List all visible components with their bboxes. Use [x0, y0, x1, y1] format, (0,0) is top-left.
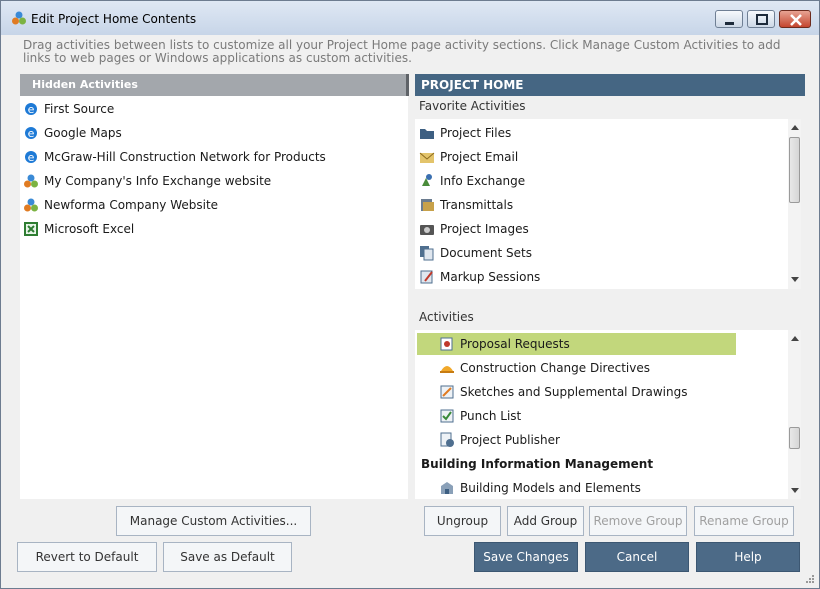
window-title: Edit Project Home Contents [31, 12, 197, 26]
title-bar[interactable]: Edit Project Home Contents [1, 1, 819, 35]
favorites-scrollbar[interactable] [788, 119, 801, 289]
hidden-activities-header: Hidden Activities [20, 74, 406, 96]
satellite-icon [422, 174, 432, 186]
email-icon [419, 152, 435, 163]
scroll-up-arrow-icon[interactable] [791, 125, 799, 130]
remove-group-button[interactable]: Remove Group [589, 506, 687, 536]
help-button[interactable]: Help [696, 542, 800, 572]
scroll-up-arrow-icon[interactable] [791, 336, 799, 341]
excel-icon [24, 222, 38, 236]
markup-icon [420, 270, 433, 284]
instructions-text: Drag activities between lists to customi… [23, 38, 781, 65]
proposal-icon [440, 337, 453, 351]
svg-text:e: e [28, 103, 35, 116]
folder-icon [420, 129, 434, 139]
project-home-header: PROJECT HOME [415, 74, 805, 96]
internet-explorer-icon: e [25, 151, 37, 164]
minimize-button[interactable] [715, 10, 743, 28]
activities-label: Activities [419, 310, 474, 324]
building-model-icon [441, 482, 453, 494]
internet-explorer-icon: e [25, 103, 37, 116]
ungroup-button[interactable]: Ungroup [424, 506, 501, 536]
save-changes-button[interactable]: Save Changes [474, 542, 578, 572]
publisher-icon [440, 432, 454, 447]
favorite-activities-label: Favorite Activities [419, 99, 526, 113]
svg-text:e: e [28, 151, 35, 164]
close-window-button[interactable] [779, 10, 811, 28]
transmittal-icon [421, 199, 434, 211]
dialog-window: Edit Project Home Contents Drag activiti… [0, 0, 820, 589]
camera-icon [420, 225, 434, 235]
maximize-icon [756, 14, 768, 25]
save-as-default-button[interactable]: Save as Default [163, 542, 292, 572]
hard-hat-icon [440, 366, 454, 373]
newforma-icon [24, 174, 38, 188]
add-group-button[interactable]: Add Group [507, 506, 584, 536]
resize-grip-icon[interactable] [805, 574, 815, 584]
sketch-icon [440, 385, 454, 399]
maximize-button[interactable] [747, 10, 775, 28]
scroll-down-arrow-icon[interactable] [791, 488, 799, 493]
svg-text:e: e [28, 127, 35, 140]
close-icon [790, 14, 802, 26]
activities-scrollbar[interactable] [788, 330, 801, 499]
newforma-icon [24, 198, 38, 212]
minimize-icon [725, 22, 734, 25]
newforma-logo-icon [12, 11, 26, 25]
document-sets-icon [420, 246, 434, 261]
manage-custom-activities-button[interactable]: Manage Custom Activities... [116, 506, 311, 536]
internet-explorer-icon: e [25, 127, 37, 140]
revert-to-default-button[interactable]: Revert to Default [17, 542, 157, 572]
cancel-button[interactable]: Cancel [585, 542, 689, 572]
bim-group-header[interactable]: Building Information Management [421, 457, 653, 471]
rename-group-button[interactable]: Rename Group [694, 506, 794, 536]
activities-scroll-thumb[interactable] [789, 427, 800, 449]
favorites-scroll-thumb[interactable] [789, 137, 800, 203]
scroll-down-arrow-icon[interactable] [791, 277, 799, 282]
splitter-handle[interactable] [406, 74, 409, 96]
punch-list-icon [440, 409, 454, 423]
